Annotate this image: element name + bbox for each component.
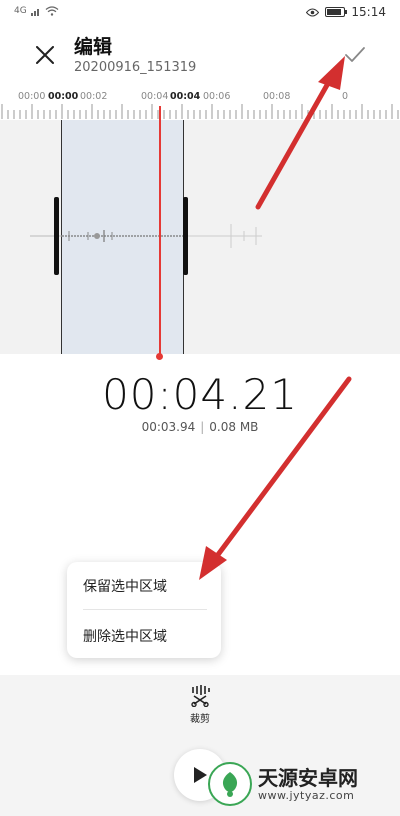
- ruler-label-current: 00:04: [170, 91, 201, 102]
- close-icon: [36, 46, 54, 64]
- watermark-title: 天源安卓网: [258, 765, 358, 790]
- current-time: 00:04.21: [102, 370, 298, 419]
- trim-button[interactable]: 裁剪: [180, 685, 220, 729]
- watermark: 天源安卓网 www.jytyaz.com: [208, 762, 358, 806]
- keep-selection-item[interactable]: 保留选中区域: [83, 576, 207, 596]
- selection-popup-menu: 保留选中区域 删除选中区域: [67, 562, 221, 658]
- close-button[interactable]: [30, 40, 60, 70]
- delete-selection-item[interactable]: 删除选中区域: [83, 626, 207, 646]
- status-time: 15:14: [351, 5, 386, 19]
- ruler-label: 00:08: [263, 91, 291, 102]
- selection-info: 00:03.94 | 0.08 MB: [0, 420, 400, 434]
- signal-icon: [30, 9, 39, 16]
- ruler-label: 00:06: [203, 91, 231, 102]
- play-icon: [194, 767, 207, 783]
- status-left: 4G: [14, 6, 59, 16]
- status-right: 15:14: [306, 5, 386, 19]
- playhead-knob[interactable]: [156, 353, 163, 360]
- selection-start-handle[interactable]: [54, 197, 59, 275]
- ruler-label: 00:00: [18, 91, 46, 102]
- watermark-text: 天源安卓网 www.jytyaz.com: [258, 767, 358, 802]
- playhead[interactable]: [159, 106, 161, 354]
- trim-label: 裁剪: [190, 714, 210, 725]
- waveform: [30, 224, 262, 248]
- menu-divider: [83, 609, 207, 610]
- scissors-icon: [191, 685, 210, 707]
- ruler-label: 0: [342, 91, 349, 102]
- file-size: 0.08 MB: [209, 420, 259, 434]
- page-title: 编辑: [74, 36, 113, 58]
- selected-duration: 00:03.94: [141, 420, 196, 434]
- waveform-area[interactable]: [0, 106, 400, 354]
- ruler-label: 00:02: [80, 91, 108, 102]
- battery-icon: [325, 7, 348, 17]
- separator: |: [200, 420, 205, 434]
- timeline-ruler[interactable]: 00:00 00:00 00:02 00:04 00:04 00:06 00:0…: [0, 86, 400, 120]
- watermark-logo-icon: [208, 762, 252, 806]
- watermark-url: www.jytyaz.com: [258, 788, 355, 802]
- ruler-label-current: 00:00: [48, 91, 79, 102]
- battery-fill: [327, 9, 342, 15]
- status-bar: 4G 15:14: [0, 0, 400, 26]
- header-bar: 编辑 20200916_151319: [0, 26, 400, 86]
- selection-end-handle[interactable]: [183, 197, 188, 275]
- check-icon: [345, 47, 365, 62]
- wifi-icon: [45, 6, 59, 16]
- eye-icon: [306, 8, 320, 16]
- ruler-label: 00:04: [141, 91, 169, 102]
- file-name: 20200916_151319: [74, 60, 197, 75]
- signal-text: 4G: [14, 6, 27, 16]
- confirm-button[interactable]: [340, 40, 370, 70]
